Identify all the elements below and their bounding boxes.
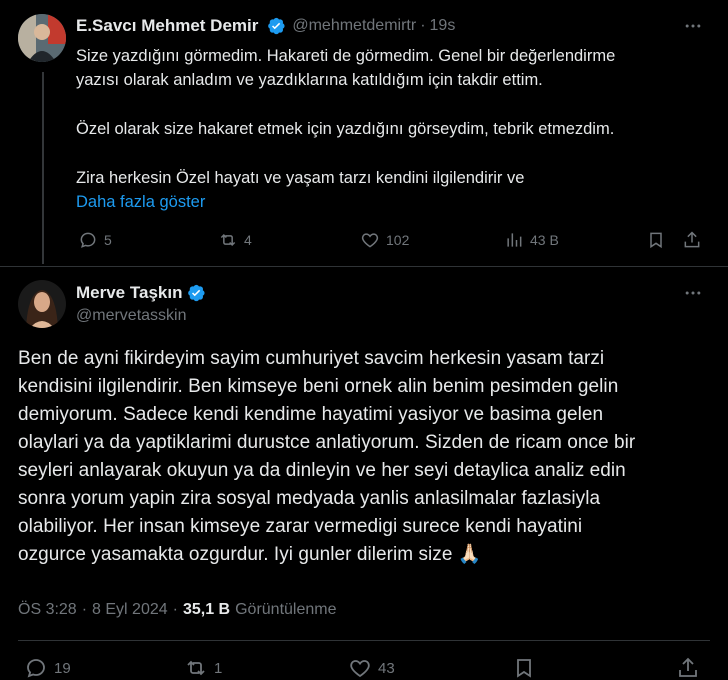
tweet-line: kendisini ilgilendirir. Ben kimseye beni… <box>18 376 619 397</box>
repost-button[interactable]: 4 <box>218 230 252 250</box>
reply-separator: · <box>420 17 426 34</box>
reply-line: Zira herkesin Özel hayatı ve yaşam tarzı… <box>76 169 525 187</box>
like-button[interactable]: 102 <box>360 230 409 250</box>
reply-author-name[interactable]: E.Savcı Mehmet Demir <box>76 16 258 36</box>
bookmark-icon <box>650 232 662 249</box>
avatar-mehmet-demir[interactable] <box>18 14 66 62</box>
reply-line: Özel olarak size hakaret etmek için yazd… <box>76 120 615 138</box>
views-count: 43 B <box>530 232 559 248</box>
bookmark-icon <box>517 659 531 678</box>
tweet-time[interactable]: ÖS 3:28 <box>18 601 77 619</box>
reply-more-icon[interactable] <box>683 16 703 41</box>
reply-handle[interactable]: @mehmetdemirtr <box>292 17 416 35</box>
main-repost-count: 1 <box>214 659 223 677</box>
share-icon <box>679 657 697 677</box>
main-more-icon[interactable] <box>683 283 703 308</box>
tweet-line: olaylari ya da yaptiklarimi durustce anl… <box>18 432 636 453</box>
main-bookmark-button[interactable] <box>512 656 536 680</box>
heart-icon <box>361 233 379 248</box>
reply-line: Size yazdığını görmedim. Hakareti de gör… <box>76 47 616 65</box>
avatar-image <box>18 280 66 328</box>
show-more-link[interactable]: Daha fazla göster <box>76 190 205 214</box>
meta-dot: · <box>81 601 88 618</box>
tweet-line: sonra yorum yapin zira sosyal medyada ya… <box>18 488 601 509</box>
verified-badge-icon[interactable] <box>186 283 206 303</box>
main-reply-count: 19 <box>54 659 71 677</box>
comment-icon <box>27 659 45 678</box>
tweet-line: Ben de ayni fikirdeyim sayim cumhuriyet … <box>18 348 605 369</box>
reply-count: 5 <box>104 232 112 248</box>
main-handle[interactable]: @mervetasskin <box>76 307 187 325</box>
avatar-image <box>18 14 66 62</box>
like-count: 102 <box>386 232 410 248</box>
thread-line <box>42 72 44 264</box>
divider <box>18 640 710 641</box>
repost-icon <box>220 233 236 247</box>
reply-button[interactable]: 5 <box>78 230 112 250</box>
meta-dot: · <box>172 601 178 618</box>
share-button[interactable] <box>682 230 702 250</box>
main-reply-button[interactable]: 19 <box>24 656 71 680</box>
reply-paragraph-1: Size yazdığını görmedim. Hakareti de gör… <box>76 44 615 92</box>
reply-time[interactable]: 19s <box>430 17 456 35</box>
tweet-meta: ÖS 3:28 · 8 Eyl 2024 · 35,1 B Görüntülen… <box>18 601 337 619</box>
analytics-icon <box>507 233 522 247</box>
comment-icon <box>80 232 96 248</box>
main-share-button[interactable] <box>676 656 700 680</box>
heart-icon <box>350 660 370 678</box>
views-total[interactable]: 35,1 B <box>183 601 230 619</box>
tweet-line: ozgurce yasamakta ozgurdur. Iyi gunler d… <box>18 544 482 565</box>
main-author-name[interactable]: Merve Taşkın <box>76 283 182 303</box>
views-label: Görüntülenme <box>235 601 337 618</box>
avatar-merve-taskin[interactable] <box>18 280 66 328</box>
divider <box>0 266 728 267</box>
views-button[interactable]: 43 B <box>504 230 559 250</box>
tweet-line: olabiliyor. Her insan kimseye zarar verm… <box>18 516 583 537</box>
reply-line: yazısı olarak anladım ve yazdıklarına ka… <box>76 71 543 89</box>
main-like-count: 43 <box>378 659 395 677</box>
bookmark-button[interactable] <box>646 230 666 250</box>
share-icon <box>684 231 700 248</box>
main-tweet-text: Ben de ayni fikirdeyim sayim cumhuriyet … <box>18 345 635 569</box>
tweet-line: demiyorum. Sadece kendi kendime hayatimi… <box>18 404 604 425</box>
tweet-date[interactable]: 8 Eyl 2024 <box>92 601 168 619</box>
main-repost-button[interactable]: 1 <box>184 656 222 680</box>
repost-count: 4 <box>244 232 252 248</box>
main-like-button[interactable]: 43 <box>348 656 395 680</box>
repost-icon <box>187 660 205 676</box>
verified-badge-icon[interactable] <box>266 16 286 36</box>
tweet-line: seyleri anlayarak okuyun ya da dinleyin … <box>18 460 626 481</box>
